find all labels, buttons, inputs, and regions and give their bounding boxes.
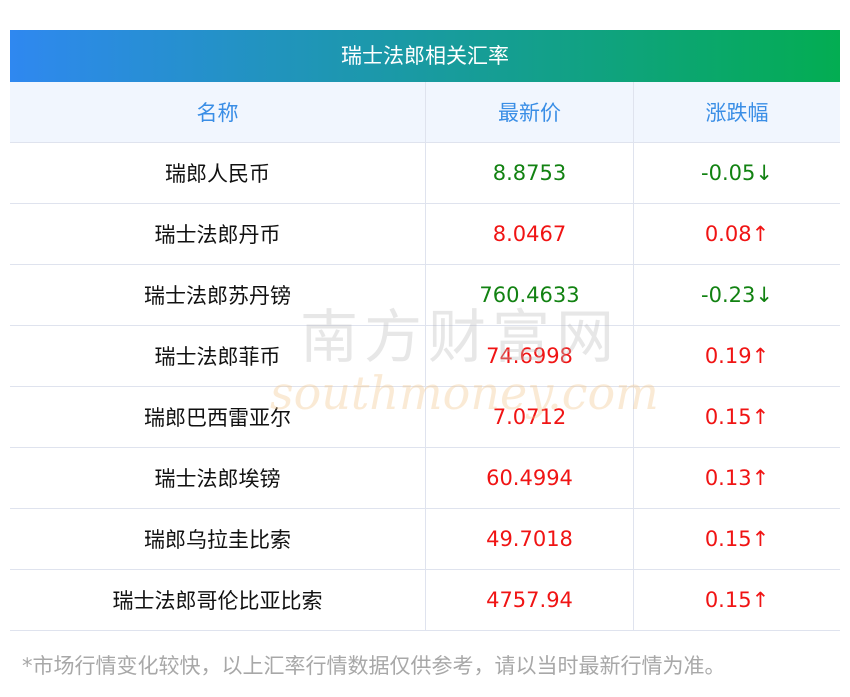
currency-name[interactable]: 瑞士法郎丹币 bbox=[10, 203, 426, 265]
latest-price: 760.4633 bbox=[425, 264, 634, 326]
currency-name[interactable]: 瑞郎乌拉圭比索 bbox=[10, 508, 426, 570]
change-percent: 0.15↑ bbox=[633, 386, 840, 448]
currency-name[interactable]: 瑞士法郎哥伦比亚比索 bbox=[10, 569, 426, 631]
latest-price: 60.4994 bbox=[425, 447, 634, 509]
table-row: 瑞士法郎埃镑 60.4994 0.13↑ bbox=[10, 447, 840, 509]
currency-name[interactable]: 瑞士法郎苏丹镑 bbox=[10, 264, 426, 326]
currency-name[interactable]: 瑞郎巴西雷亚尔 bbox=[10, 386, 426, 448]
latest-price: 4757.94 bbox=[425, 569, 634, 631]
change-percent: 0.08↑ bbox=[633, 203, 840, 265]
table-row: 瑞郎人民币 8.8753 -0.05↓ bbox=[10, 142, 840, 204]
currency-name[interactable]: 瑞士法郎菲币 bbox=[10, 325, 426, 387]
change-percent: 0.13↑ bbox=[633, 447, 840, 509]
footnote: *市场行情变化较快，以上汇率行情数据仅供参考，请以当时最新行情为准。 bbox=[22, 654, 726, 678]
table-row: 瑞郎巴西雷亚尔 7.0712 0.15↑ bbox=[10, 386, 840, 448]
change-percent: 0.15↑ bbox=[633, 508, 840, 570]
table-row: 瑞士法郎哥伦比亚比索 4757.94 0.15↑ bbox=[10, 569, 840, 631]
change-percent: -0.23↓ bbox=[633, 264, 840, 326]
exchange-rate-table-panel: 瑞士法郎相关汇率 名称 最新价 涨跌幅 瑞郎人民币 8.8753 -0.05↓ 瑞… bbox=[10, 30, 840, 631]
latest-price: 49.7018 bbox=[425, 508, 634, 570]
currency-name[interactable]: 瑞郎人民币 bbox=[10, 142, 426, 204]
table-title: 瑞士法郎相关汇率 bbox=[10, 30, 840, 82]
latest-price: 74.6998 bbox=[425, 325, 634, 387]
column-header-change: 涨跌幅 bbox=[633, 82, 840, 143]
latest-price: 7.0712 bbox=[425, 386, 634, 448]
table-row: 瑞士法郎丹币 8.0467 0.08↑ bbox=[10, 203, 840, 265]
column-header-name: 名称 bbox=[10, 82, 426, 143]
table-row: 瑞士法郎苏丹镑 760.4633 -0.23↓ bbox=[10, 264, 840, 326]
latest-price: 8.8753 bbox=[425, 142, 634, 204]
column-header-price: 最新价 bbox=[425, 82, 634, 143]
change-percent: -0.05↓ bbox=[633, 142, 840, 204]
change-percent: 0.15↑ bbox=[633, 569, 840, 631]
table-row: 瑞士法郎菲币 74.6998 0.19↑ bbox=[10, 325, 840, 387]
table-row: 瑞郎乌拉圭比索 49.7018 0.15↑ bbox=[10, 508, 840, 570]
latest-price: 8.0467 bbox=[425, 203, 634, 265]
change-percent: 0.19↑ bbox=[633, 325, 840, 387]
currency-name[interactable]: 瑞士法郎埃镑 bbox=[10, 447, 426, 509]
exchange-rate-table: 名称 最新价 涨跌幅 瑞郎人民币 8.8753 -0.05↓ 瑞士法郎丹币 8.0… bbox=[10, 82, 840, 631]
